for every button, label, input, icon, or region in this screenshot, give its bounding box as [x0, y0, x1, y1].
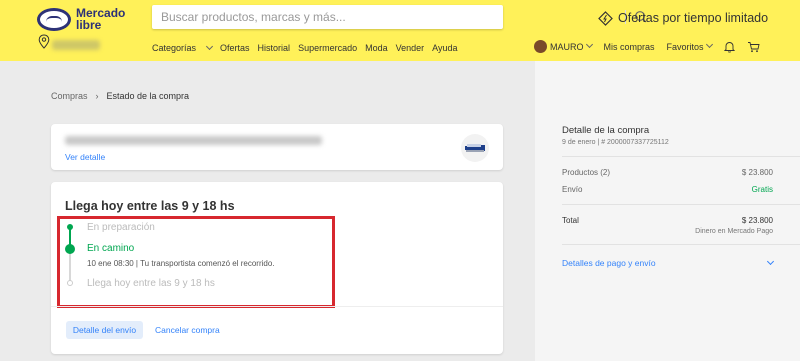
nav-ayuda[interactable]: Ayuda — [432, 43, 457, 53]
step-preparacion-label: En preparación — [87, 222, 155, 233]
shipment-detail-button[interactable]: Detalle del envío — [66, 321, 143, 339]
nav-categorias[interactable]: Categorías — [152, 42, 214, 53]
chevron-down-icon — [766, 257, 775, 265]
chevron-right-icon: › — [95, 91, 99, 101]
step-done-dot — [67, 224, 73, 230]
summary-shipping-row: Envío Gratis — [562, 185, 773, 194]
mercado-libre-logo[interactable]: Mercado libre — [37, 6, 133, 34]
product-image — [465, 144, 485, 152]
payment-method-note: Dinero en Mercado Pago — [695, 228, 773, 235]
purchase-summary-panel: Detalle de la compra 9 de enero | # 2000… — [535, 61, 800, 361]
chevron-down-icon — [705, 40, 713, 49]
shipment-title: Llega hoy entre las 9 y 18 hs — [65, 199, 235, 213]
product-card: Ver detalle — [51, 124, 503, 170]
cancel-purchase-button[interactable]: Cancelar compra — [155, 321, 220, 339]
favorites-menu[interactable]: Favoritos — [666, 40, 713, 52]
chevron-down-icon — [205, 42, 214, 51]
total-label: Total — [562, 216, 579, 225]
search-bar — [152, 5, 647, 29]
search-input[interactable] — [152, 5, 462, 29]
summary-meta: 9 de enero | # 2000007337725112 — [562, 139, 669, 146]
promo-banner[interactable]: Ofertas por tiempo limitado — [598, 10, 768, 26]
favorites-label: Favoritos — [666, 41, 704, 52]
step-en-camino-label: En camino — [87, 243, 135, 254]
nav-moda[interactable]: Moda — [365, 43, 388, 53]
order-number: # 2000007337725112 — [601, 139, 669, 146]
breadcrumb: Compras › Estado de la compra — [51, 91, 189, 101]
total-value: $ 23.800 — [741, 216, 773, 225]
chevron-down-icon — [585, 40, 593, 49]
products-label: Productos (2) — [562, 168, 611, 177]
payment-details-toggle[interactable]: Detalles de pago y envío — [562, 257, 775, 268]
summary-products-row: Productos (2) $ 23.800 — [562, 168, 773, 177]
user-account[interactable]: MAURO — [534, 40, 593, 53]
ver-detalle-link[interactable]: Ver detalle — [65, 152, 105, 162]
nav-ofertas[interactable]: Ofertas — [220, 43, 250, 53]
product-title-blurred — [65, 136, 322, 145]
product-thumbnail[interactable] — [461, 134, 489, 162]
shipment-card: Llega hoy entre las 9 y 18 hs En prepara… — [51, 182, 503, 354]
nav-vender[interactable]: Vender — [396, 43, 425, 53]
main-nav: Categorías Ofertas Historial Supermercad… — [152, 42, 466, 53]
location-pin-icon — [38, 34, 50, 49]
handshake-icon — [37, 8, 71, 31]
location-selector[interactable] — [38, 34, 108, 52]
divider — [51, 306, 503, 307]
nav-historial[interactable]: Historial — [258, 43, 291, 53]
tag-icon — [598, 10, 613, 26]
promo-label: Ofertas por tiempo limitado — [618, 11, 769, 25]
summary-title: Detalle de la compra — [562, 125, 650, 136]
user-name: MAURO — [550, 41, 584, 52]
breadcrumb-current: Estado de la compra — [106, 91, 190, 101]
breadcrumb-compras-link[interactable]: Compras — [51, 91, 88, 101]
summary-total-row: Total $ 23.800 — [562, 216, 773, 225]
divider — [562, 204, 800, 205]
notifications-button[interactable] — [723, 41, 735, 53]
cart-button[interactable] — [747, 41, 760, 53]
bell-icon — [723, 41, 735, 53]
header: Mercado libre Ofertas por tiempo limitad… — [0, 0, 800, 61]
nav-supermercado[interactable]: Supermercado — [298, 43, 357, 53]
logo-text: Mercado libre — [76, 6, 126, 32]
purchase-date: 9 de enero — [562, 139, 596, 146]
my-purchases-link[interactable]: Mis compras — [604, 42, 655, 52]
step-current-dot — [65, 244, 75, 254]
divider — [562, 244, 800, 245]
step-en-camino-detail: 10 ene 08:30 | Tu transportista comenzó … — [87, 259, 275, 268]
shipping-label: Envío — [562, 185, 583, 194]
payment-details-label: Detalles de pago y envío — [562, 258, 656, 268]
step-pending-dot — [67, 280, 73, 286]
shipping-value: Gratis — [751, 185, 773, 194]
divider — [562, 156, 800, 157]
products-value: $ 23.800 — [741, 168, 773, 177]
avatar — [534, 40, 547, 53]
location-address-blurred — [52, 40, 100, 50]
step-llegada-label: Llega hoy entre las 9 y 18 hs — [87, 278, 215, 289]
cart-icon — [747, 41, 760, 52]
user-menu: MAURO Mis compras Favoritos — [534, 40, 772, 53]
